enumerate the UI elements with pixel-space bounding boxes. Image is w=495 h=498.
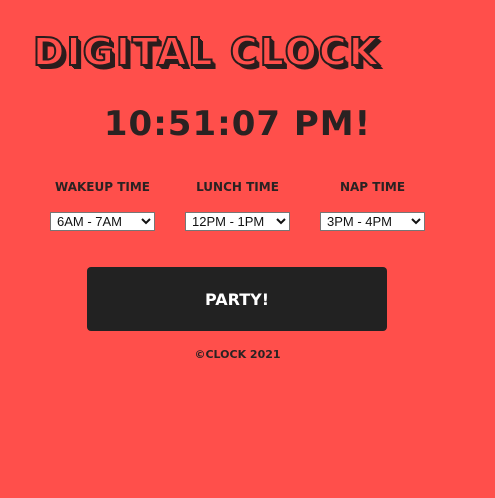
page-title: DIGITAL CLOCK: [32, 29, 381, 75]
nap-time-label: NAP TIME: [339, 180, 406, 194]
wakeup-time-group: WAKEUP TIME 6AM - 7AM: [50, 178, 155, 231]
wakeup-time-label: WAKEUP TIME: [55, 180, 150, 194]
lunch-time-select[interactable]: 12PM - 1PM: [185, 212, 290, 231]
nap-time-select[interactable]: 3PM - 4PM: [320, 212, 425, 231]
lunch-time-label: LUNCH TIME: [196, 180, 279, 194]
nap-time-group: NAP TIME 3PM - 4PM: [320, 178, 425, 231]
lunch-time-group: LUNCH TIME 12PM - 1PM: [185, 178, 290, 231]
party-button[interactable]: PARTY!: [87, 267, 387, 331]
clock-time-display: 10:51:07 PM!: [103, 104, 372, 144]
wakeup-time-select[interactable]: 6AM - 7AM: [50, 212, 155, 231]
footer-copyright: ©CLOCK 2021: [194, 348, 281, 361]
